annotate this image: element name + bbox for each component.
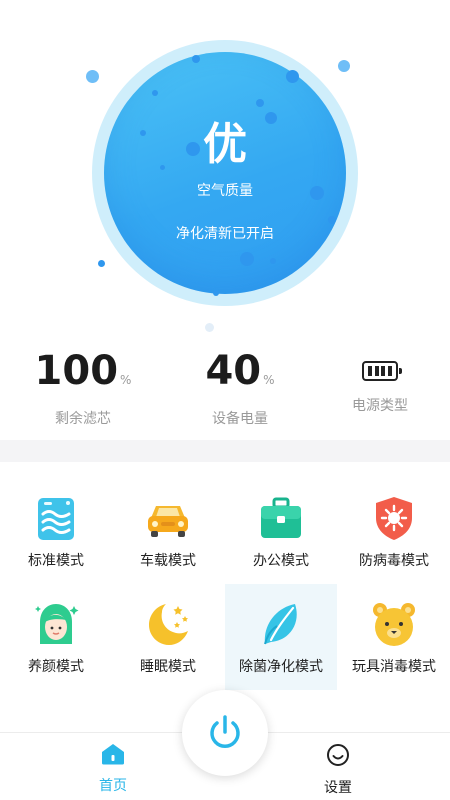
battery-value: 40% — [165, 345, 315, 406]
mode-label: 办公模式 — [253, 553, 309, 569]
nav-home[interactable]: 首页 — [63, 743, 163, 795]
power-type-stat: 电源类型 — [305, 345, 450, 415]
mode-label: 防病毒模式 — [359, 553, 429, 569]
air-quality-grade: 优 — [203, 119, 247, 170]
bubble — [240, 252, 254, 266]
virus-shield-icon — [370, 494, 418, 542]
mode-label: 养颜模式 — [28, 659, 84, 675]
purify-status: 净化清新已开启 — [176, 226, 274, 242]
moon-stars-icon — [144, 600, 192, 648]
nav-home-label: 首页 — [99, 778, 127, 794]
briefcase-icon — [257, 494, 305, 542]
battery-label: 设备电量 — [212, 411, 268, 427]
leaf-icon — [257, 600, 305, 648]
home-icon — [102, 744, 124, 765]
mode-car[interactable]: 车载模式 — [112, 478, 224, 584]
air-quality-hero: 优 空气质量 净化清新已开启 — [0, 0, 450, 340]
battery-unit: % — [263, 373, 275, 387]
car-icon — [144, 494, 192, 542]
mode-toy-disinfect[interactable]: 玩具消毒模式 — [338, 584, 450, 690]
bubble — [192, 55, 200, 63]
power-type-label: 电源类型 — [352, 398, 408, 414]
filter-unit: % — [120, 373, 132, 387]
bubble — [213, 290, 219, 296]
power-icon — [210, 715, 240, 748]
mode-label: 标准模式 — [28, 553, 84, 569]
mode-sterilize[interactable]: 除菌净化模式 — [225, 584, 337, 690]
bubble — [256, 99, 264, 107]
mode-standard[interactable]: 标准模式 — [0, 478, 112, 584]
mode-label: 玩具消毒模式 — [352, 659, 436, 675]
bubble — [270, 258, 276, 264]
power-button[interactable] — [182, 690, 268, 776]
battery-stat: 40% 设备电量 — [165, 345, 315, 428]
bubble — [98, 260, 105, 267]
smiley-settings-icon — [327, 744, 349, 766]
mode-sleep[interactable]: 睡眠模式 — [112, 584, 224, 690]
mode-label: 除菌净化模式 — [239, 659, 323, 675]
section-divider — [0, 440, 450, 462]
bubble — [286, 70, 299, 83]
bubble — [86, 70, 99, 83]
bubble — [152, 90, 158, 96]
bubble — [205, 323, 214, 332]
device-stats: 100% 剩余滤芯 40% 设备电量 电源类型 — [0, 345, 450, 428]
filter-value: 100% — [8, 345, 158, 406]
mode-antivirus[interactable]: 防病毒模式 — [338, 478, 450, 584]
battery-percent: 40 — [205, 348, 262, 394]
mode-label: 睡眠模式 — [140, 659, 196, 675]
bubble — [338, 60, 350, 72]
filter-label: 剩余滤芯 — [55, 411, 111, 427]
standard-mode-icon — [32, 494, 80, 542]
nav-settings-label: 设置 — [324, 780, 352, 796]
battery-icon — [362, 361, 402, 381]
mode-label: 车载模式 — [140, 553, 196, 569]
nav-settings[interactable]: 设置 — [288, 743, 388, 797]
mode-beauty[interactable]: 养颜模式 — [0, 584, 112, 690]
filter-stat: 100% 剩余滤芯 — [8, 345, 158, 428]
air-quality-label: 空气质量 — [197, 183, 253, 199]
beauty-face-icon — [32, 600, 80, 648]
filter-percent: 100 — [34, 348, 119, 394]
mode-office[interactable]: 办公模式 — [225, 478, 337, 584]
teddy-bear-icon — [370, 600, 418, 648]
